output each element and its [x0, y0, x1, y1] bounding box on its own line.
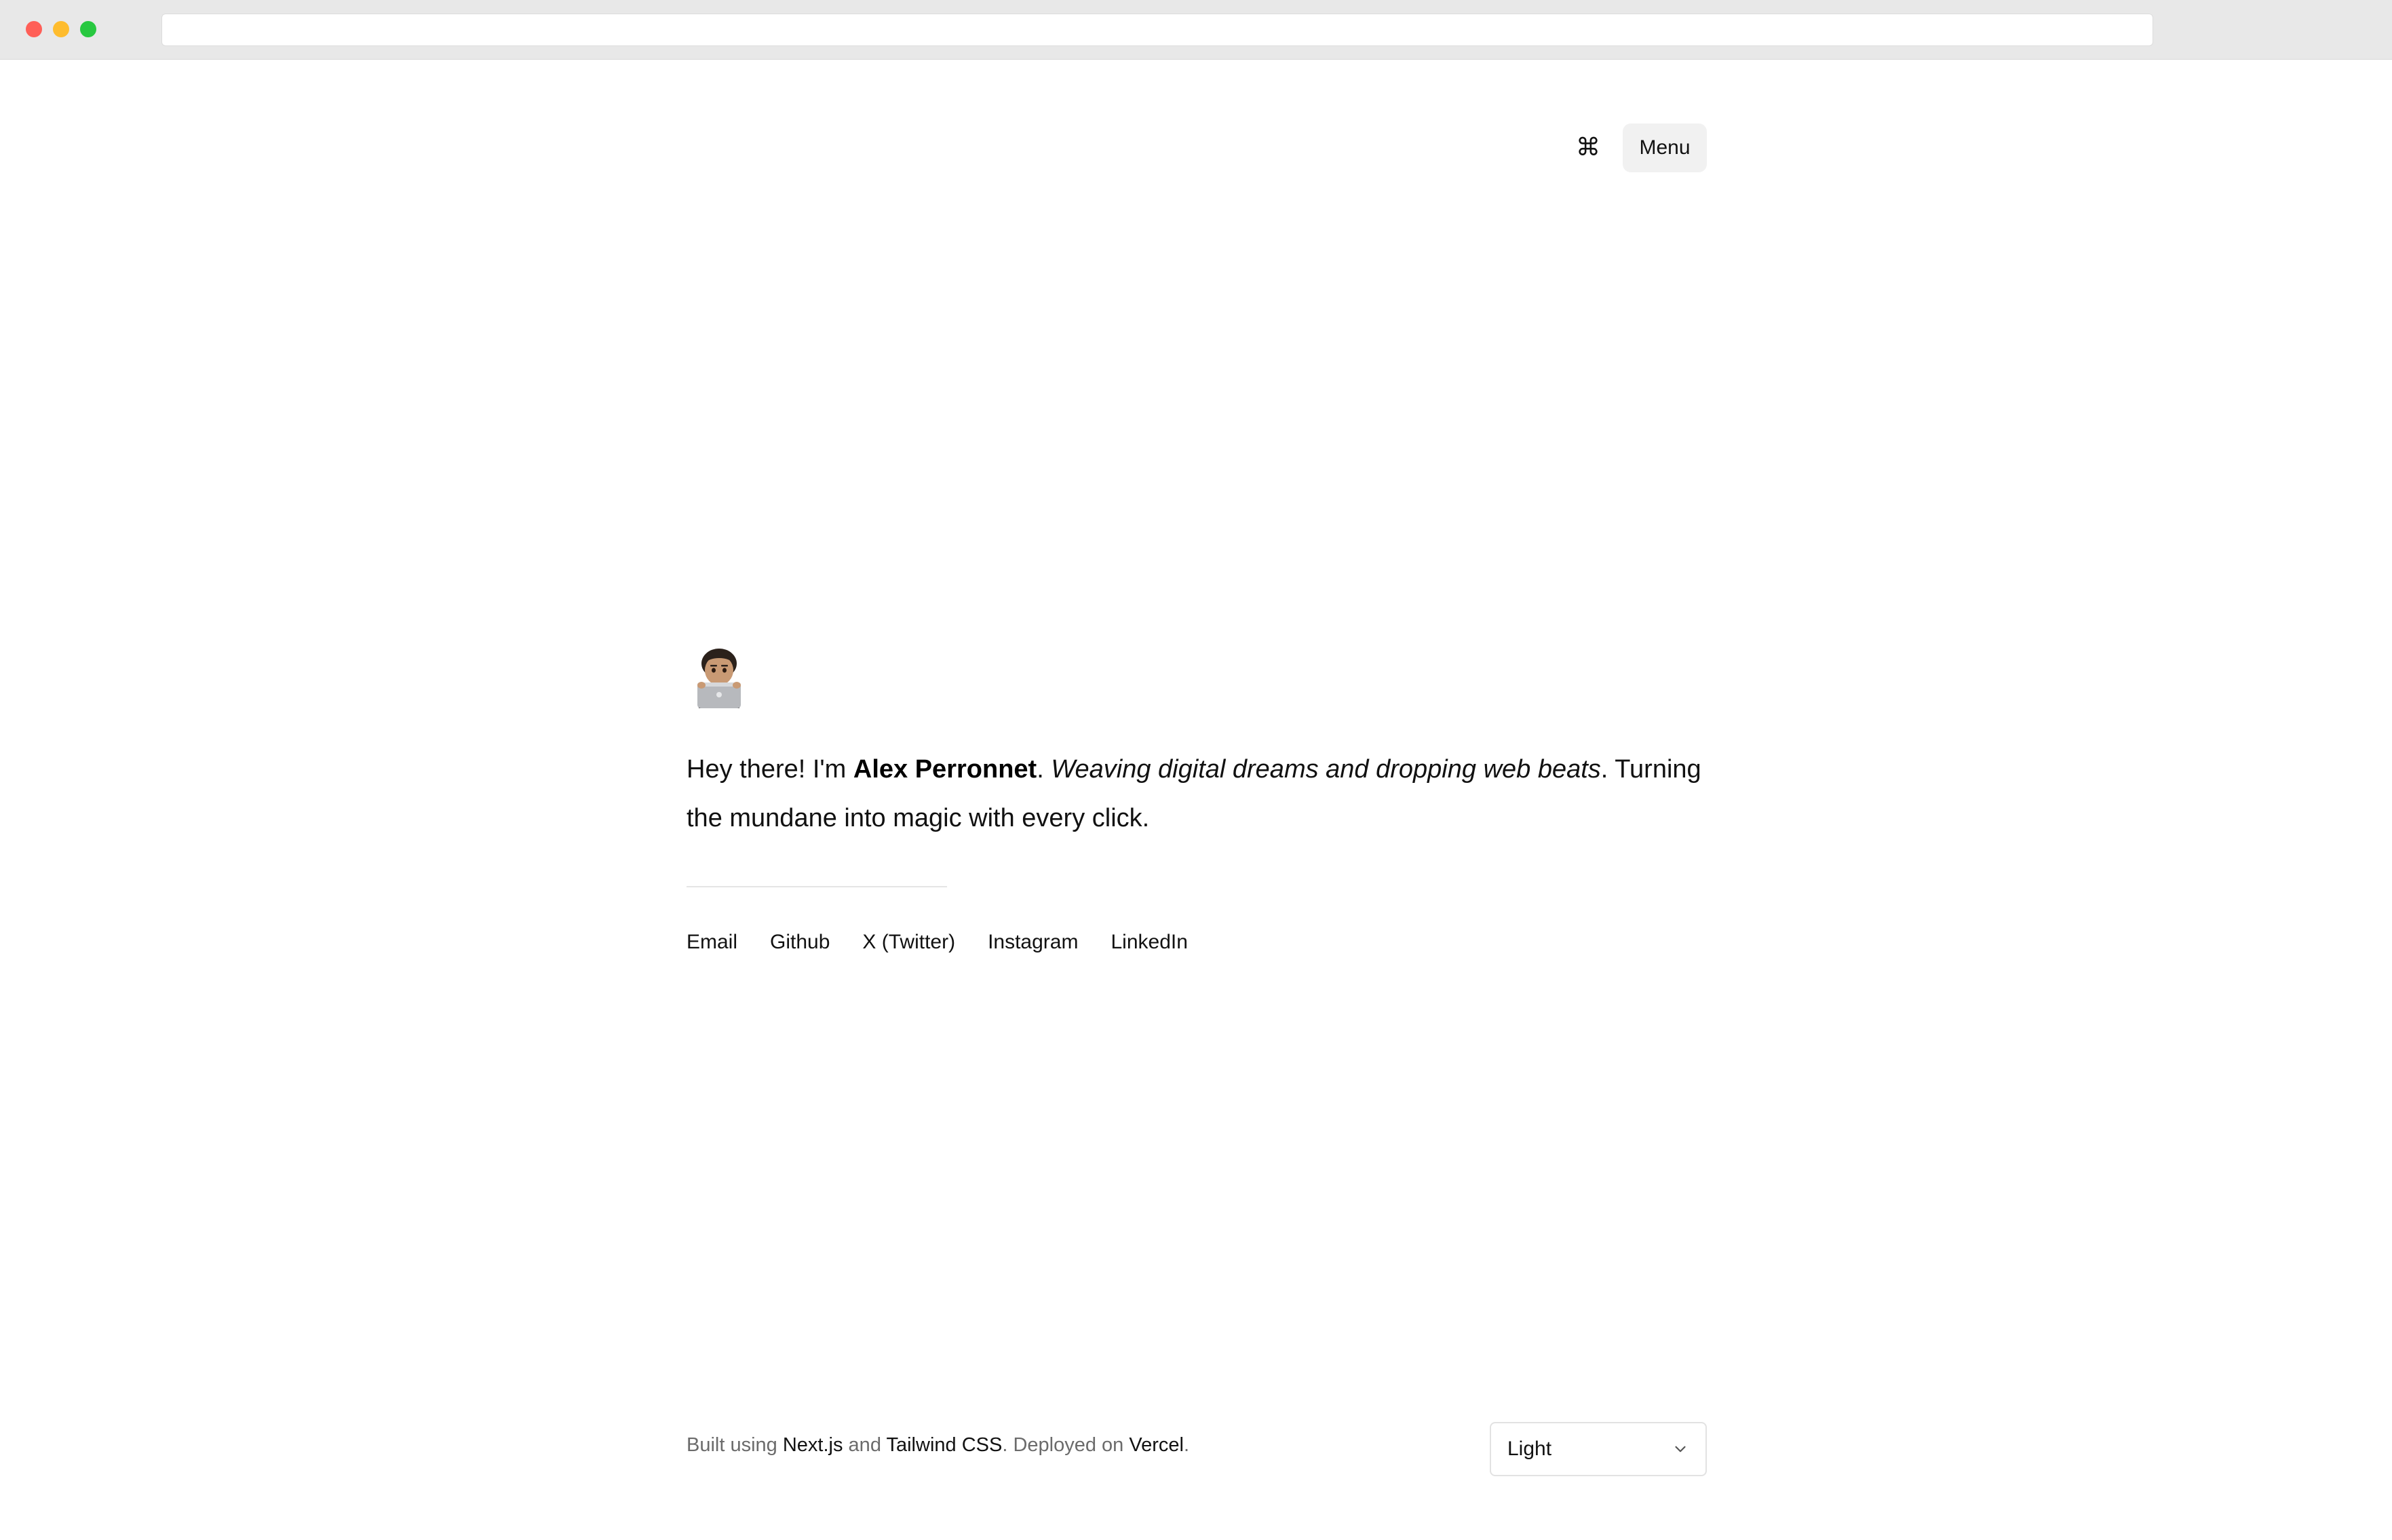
chevron-down-icon — [1675, 1446, 1686, 1452]
footer-and: and — [843, 1434, 887, 1456]
close-window-button[interactable] — [26, 21, 42, 37]
command-icon[interactable]: ⌘ — [1571, 125, 1605, 170]
memoji-laptop-icon — [697, 649, 741, 708]
vercel-link[interactable]: Vercel — [1129, 1434, 1184, 1456]
twitter-link[interactable]: X (Twitter) — [862, 931, 955, 954]
theme-select-value: Light — [1507, 1438, 1552, 1460]
minimize-window-button[interactable] — [53, 21, 69, 37]
menu-button[interactable]: Menu — [1623, 123, 1707, 172]
intro-text: Hey there! I'm Alex Perronnet. Weaving d… — [687, 745, 1708, 843]
social-links: Email Github X (Twitter) Instagram Linke… — [687, 931, 1188, 954]
email-link[interactable]: Email — [687, 931, 737, 954]
tailwind-link[interactable]: Tailwind CSS — [886, 1434, 1002, 1456]
footer-credits: Built using Next.js and Tailwind CSS. De… — [687, 1434, 1189, 1457]
intro-greeting: Hey there! I'm — [687, 755, 853, 784]
theme-select[interactable]: Light — [1490, 1422, 1707, 1476]
browser-toolbar — [0, 0, 2392, 60]
intro-tagline: Weaving digital dreams and dropping web … — [1051, 755, 1601, 784]
instagram-link[interactable]: Instagram — [988, 931, 1078, 954]
nextjs-link[interactable]: Next.js — [783, 1434, 843, 1456]
footer-period: . — [1183, 1434, 1190, 1456]
github-link[interactable]: Github — [770, 931, 830, 954]
maximize-window-button[interactable] — [80, 21, 96, 37]
footer-built-using: Built using — [687, 1434, 783, 1456]
author-name: Alex Perronnet — [853, 755, 1037, 784]
footer-deployed-on: . Deployed on — [1002, 1434, 1130, 1456]
linkedin-link[interactable]: LinkedIn — [1111, 931, 1187, 954]
section-divider — [687, 886, 947, 887]
intro-separator: . — [1037, 755, 1052, 784]
address-bar[interactable] — [161, 14, 2153, 46]
